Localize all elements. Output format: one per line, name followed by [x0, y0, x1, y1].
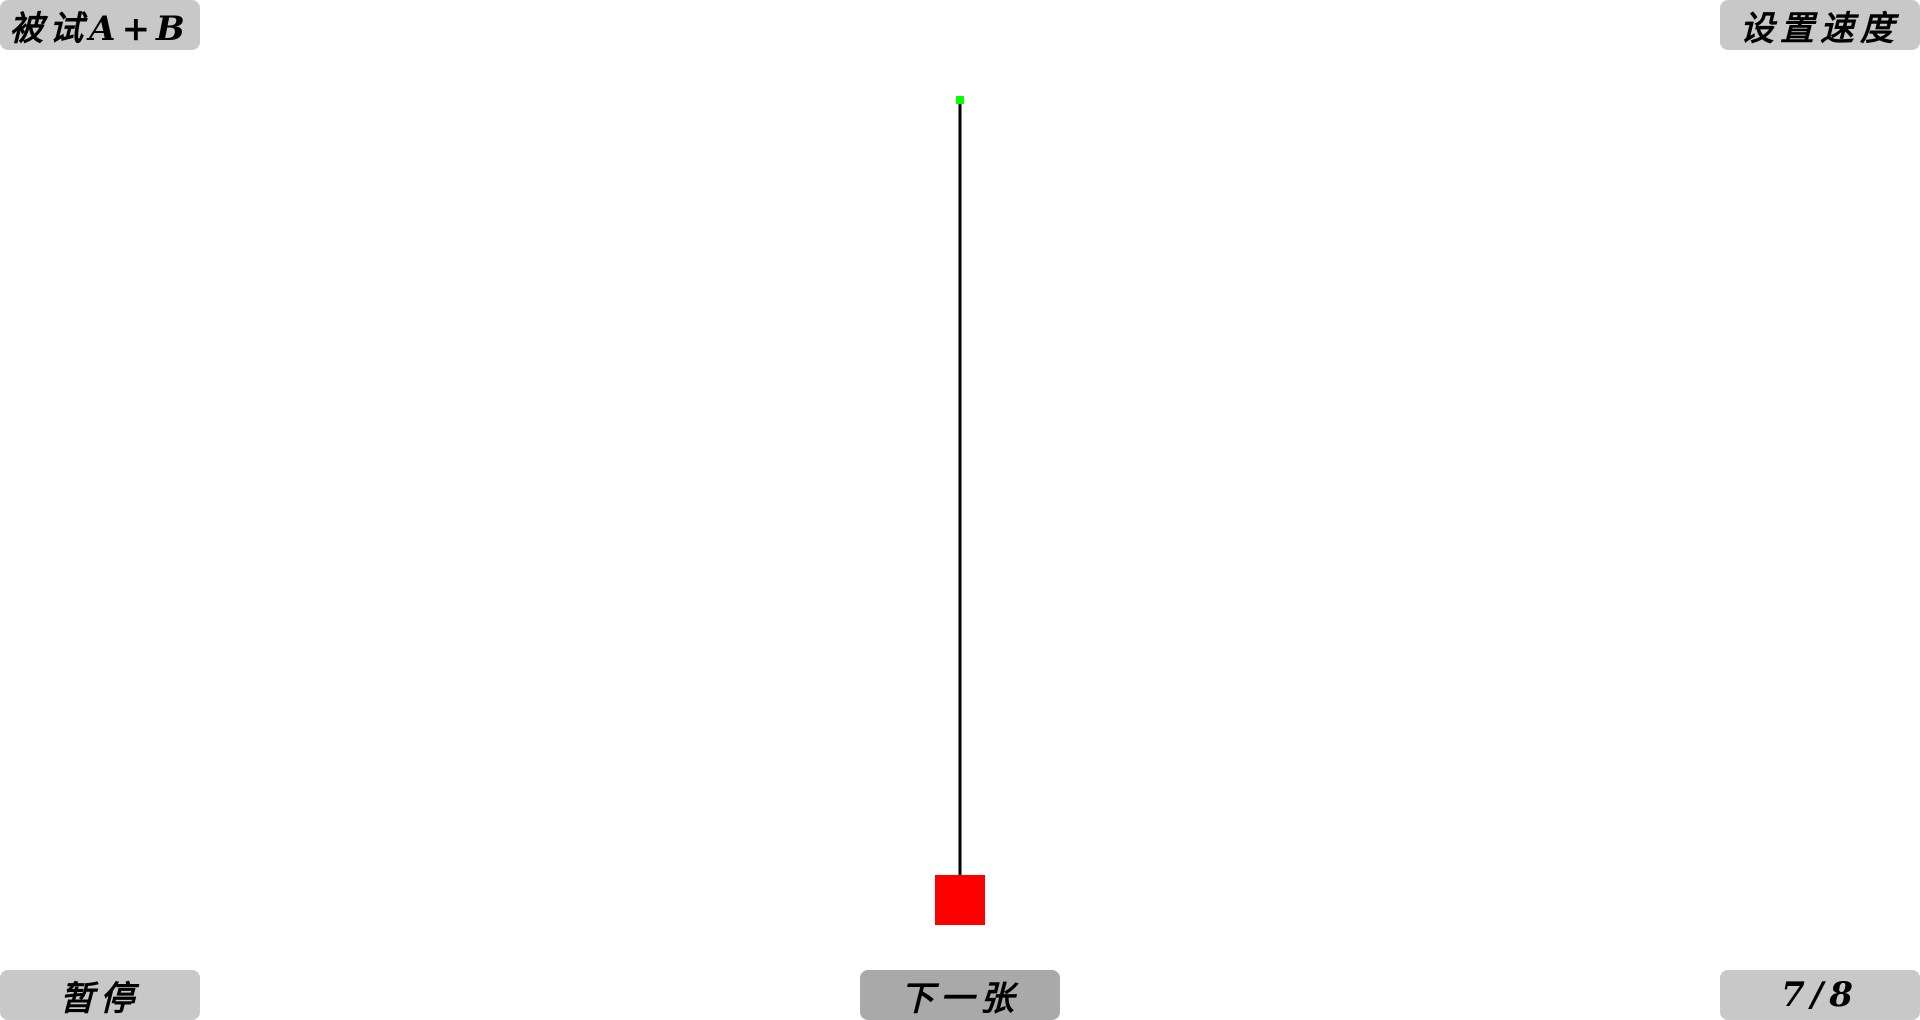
pendulum-canvas — [935, 96, 985, 925]
set-speed-button[interactable]: 设置速度 — [1720, 0, 1920, 50]
pendulum-bob — [935, 875, 985, 925]
experiment-stage: 被试A+B 设置速度 暂停 下一张 7/8 — [0, 0, 1920, 1020]
next-button-label: 下一张 — [900, 978, 1020, 1019]
pendulum-pivot — [956, 96, 964, 104]
pause-button-label: 暂停 — [60, 978, 140, 1019]
page-indicator: 7/8 — [1720, 970, 1920, 1020]
next-button[interactable]: 下一张 — [860, 970, 1060, 1020]
subject-button-label: 被试A+B — [9, 8, 191, 49]
subject-button[interactable]: 被试A+B — [0, 0, 200, 50]
pause-button[interactable]: 暂停 — [0, 970, 200, 1020]
page-indicator-label: 7/8 — [1781, 975, 1859, 1015]
set-speed-button-label: 设置速度 — [1740, 8, 1900, 49]
